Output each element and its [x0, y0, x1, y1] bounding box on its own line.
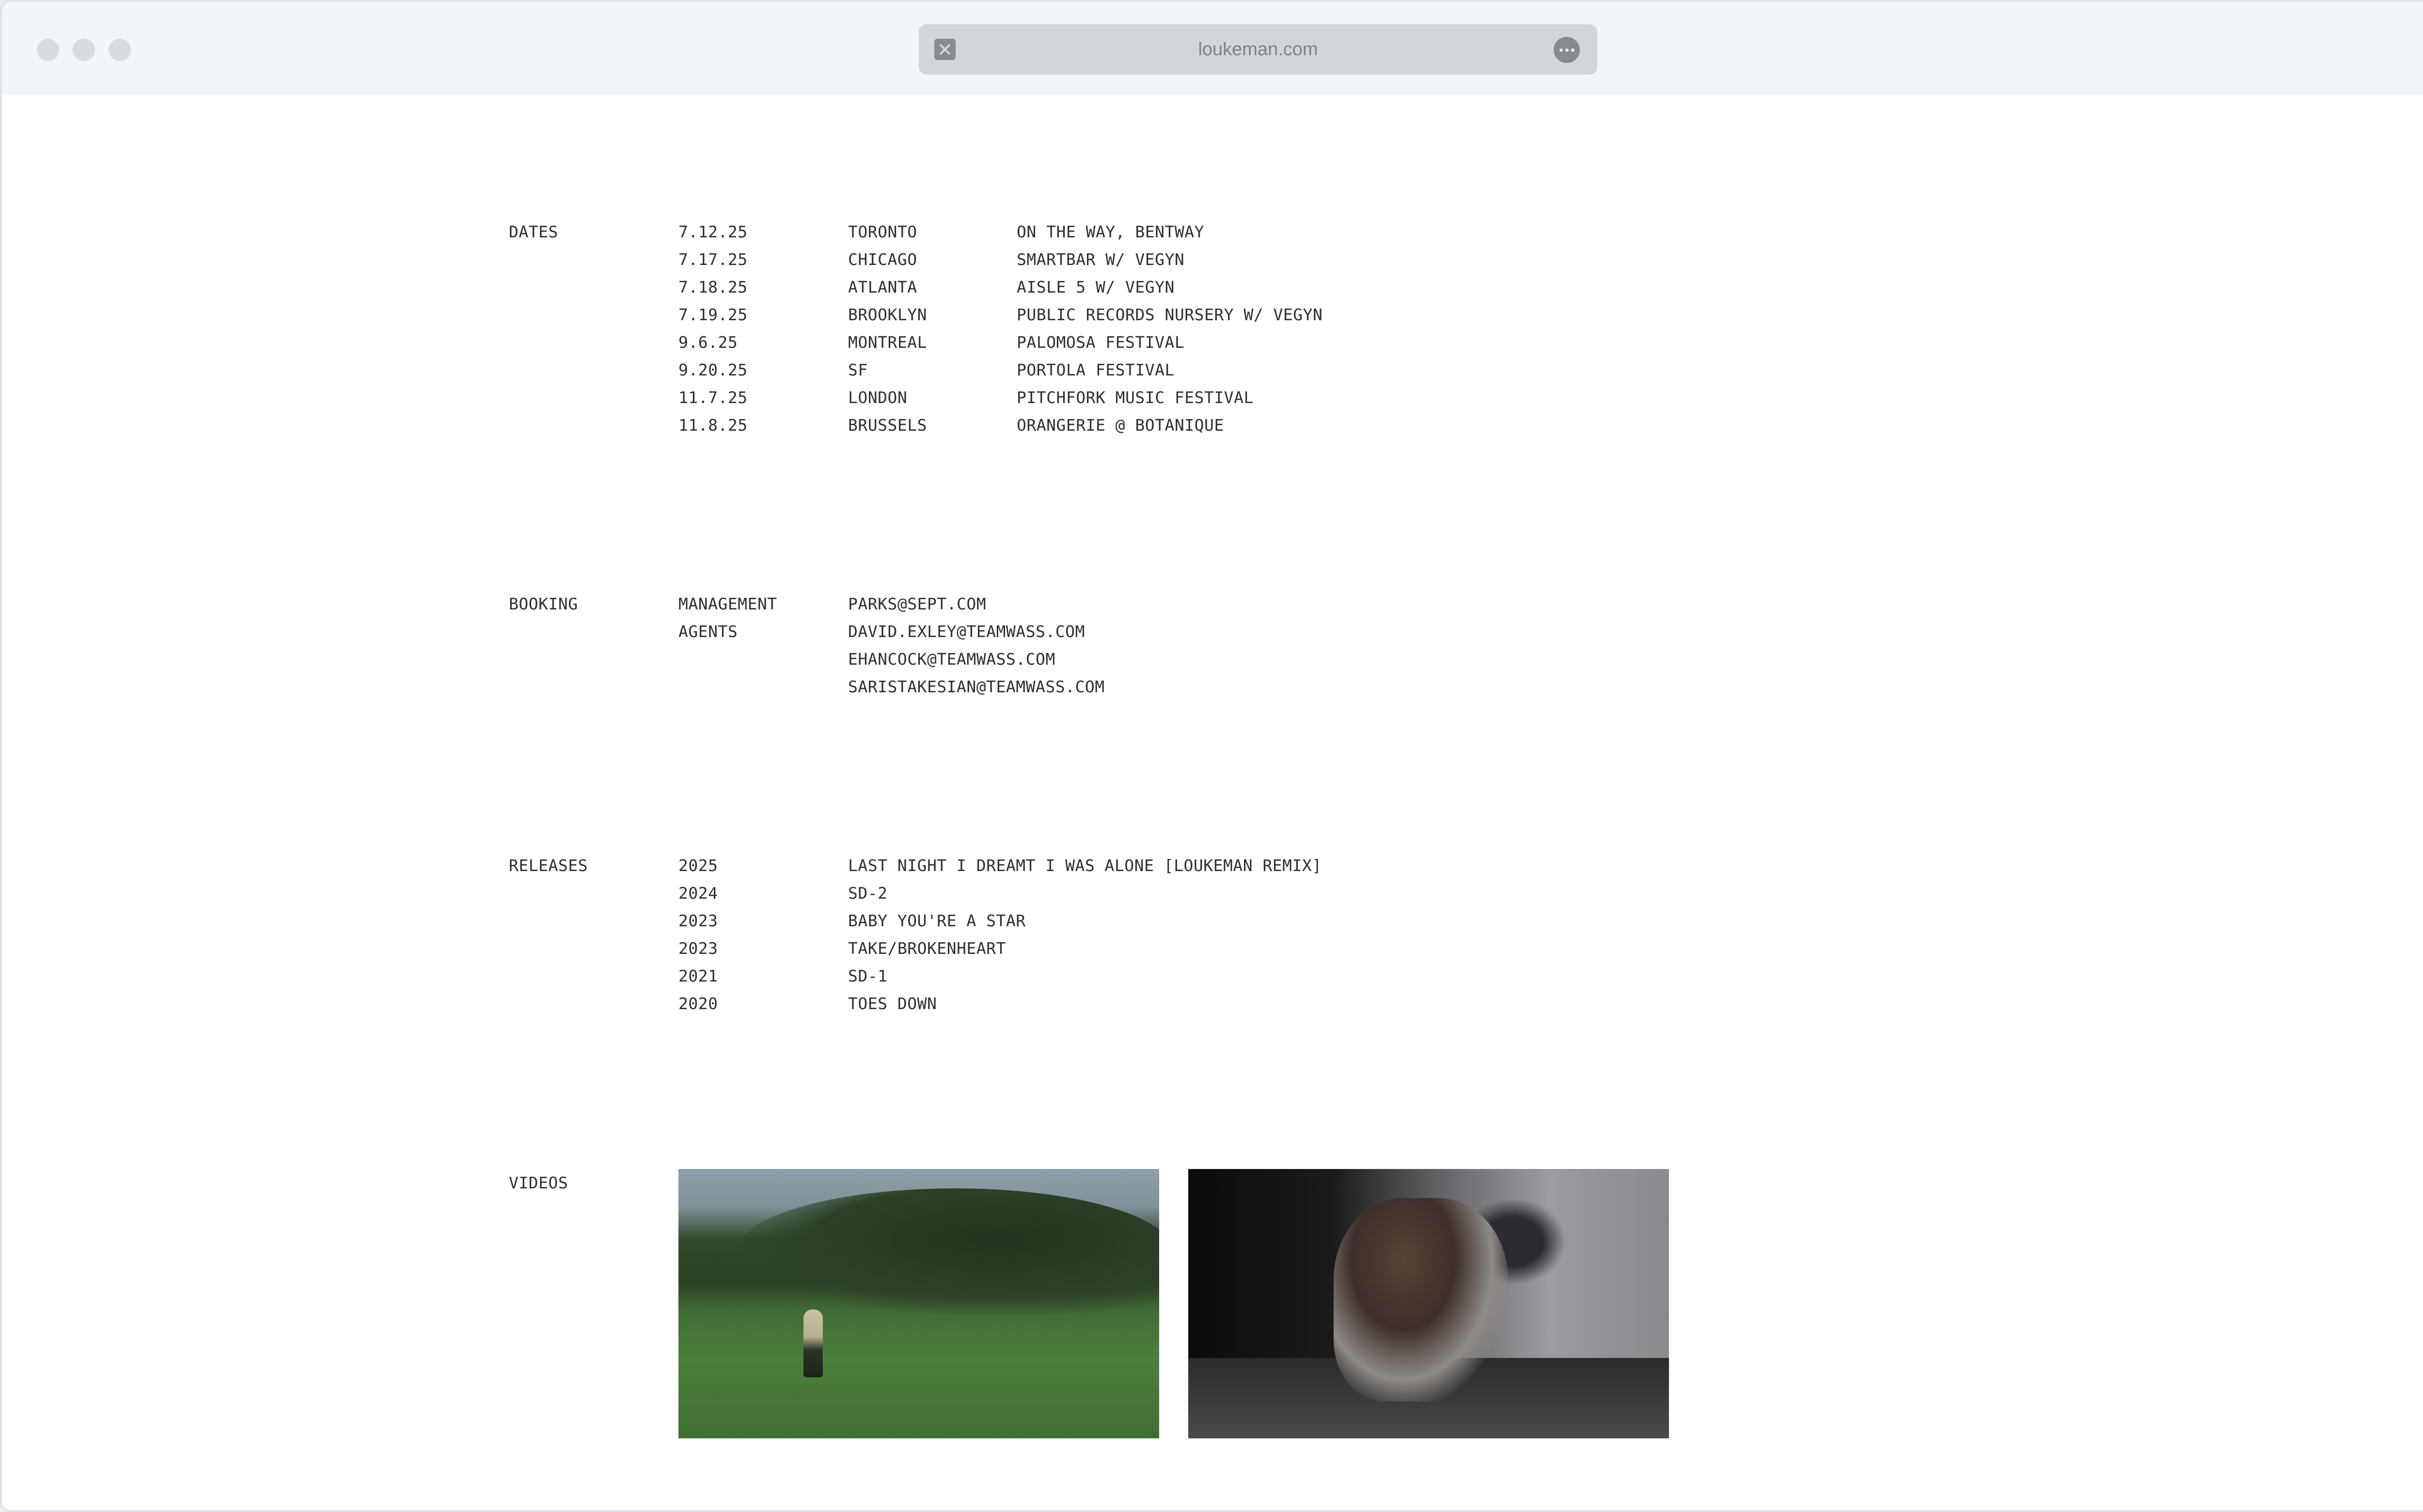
video-thumbnail-field[interactable] [678, 1169, 1159, 1438]
date-city: MONTREAL [848, 333, 927, 352]
date-city: BROOKLYN [848, 305, 927, 324]
date-city: SF [848, 360, 868, 379]
date-city: CHICAGO [848, 250, 917, 269]
date-venue: PORTOLA FESTIVAL [1017, 360, 1175, 379]
section-label-dates: DATES [509, 222, 558, 241]
date-value: 11.8.25 [678, 416, 748, 435]
date-value: 11.7.25 [678, 388, 748, 407]
release-title[interactable]: SD-2 [848, 879, 887, 907]
booking-email-link[interactable]: PARKS@SEPT.COM [848, 590, 986, 618]
release-title[interactable]: TOES DOWN [848, 990, 937, 1017]
date-city: TORONTO [848, 222, 917, 241]
date-value: 7.12.25 [678, 222, 748, 241]
date-venue: ON THE WAY, BENTWAY [1017, 222, 1204, 241]
release-year: 2021 [678, 966, 718, 985]
minimize-window-button[interactable] [73, 39, 95, 61]
date-venue: AISLE 5 W/ VEGYN [1017, 278, 1175, 296]
thumbnail-person [803, 1309, 823, 1377]
date-city: BRUSSELS [848, 416, 927, 435]
release-title[interactable]: TAKE/BROKENHEART [848, 935, 1006, 962]
booking-email-link[interactable]: SARISTAKESIAN@TEAMWASS.COM [848, 673, 1105, 701]
date-value: 7.19.25 [678, 305, 748, 324]
ellipsis-icon[interactable] [1554, 37, 1580, 63]
thumbnail-figure [1334, 1198, 1508, 1402]
date-venue: PUBLIC RECORDS NURSERY W/ VEGYN [1017, 305, 1323, 324]
release-year: 2025 [678, 856, 718, 875]
date-city: LONDON [848, 388, 908, 407]
browser-toolbar: loukeman.com [2, 2, 2423, 95]
date-value: 7.18.25 [678, 278, 748, 296]
release-year: 2023 [678, 911, 718, 930]
booking-email-link[interactable]: DAVID.EXLEY@TEAMWASS.COM [848, 618, 1085, 645]
address-bar[interactable]: loukeman.com [919, 24, 1597, 75]
release-title[interactable]: BABY YOU'RE A STAR [848, 907, 1026, 935]
section-label-releases: RELEASES [509, 856, 588, 875]
maximize-window-button[interactable] [109, 39, 131, 61]
date-city: ATLANTA [848, 278, 917, 296]
date-venue: PALOMOSA FESTIVAL [1017, 333, 1185, 352]
date-value: 9.6.25 [678, 333, 738, 352]
release-title[interactable]: LAST NIGHT I DREAMT I WAS ALONE [LOUKEMA… [848, 852, 1322, 879]
booking-role: AGENTS [678, 622, 738, 641]
release-year: 2023 [678, 939, 718, 958]
date-value: 7.17.25 [678, 250, 748, 269]
release-year: 2020 [678, 994, 718, 1013]
close-window-button[interactable] [37, 39, 59, 61]
date-venue: SMARTBAR W/ VEGYN [1017, 250, 1185, 269]
release-year: 2024 [678, 884, 718, 903]
browser-window: loukeman.com DATES 7.12.25 TORONTO ON TH… [0, 0, 2423, 1512]
release-title[interactable]: SD-1 [848, 962, 887, 990]
page-content: DATES 7.12.25 TORONTO ON THE WAY, BENTWA… [2, 95, 2423, 1510]
date-value: 9.20.25 [678, 360, 748, 379]
date-venue: ORANGERIE @ BOTANIQUE [1017, 416, 1224, 435]
section-label-videos: VIDEOS [509, 1173, 568, 1192]
video-thumbnail-dancer[interactable] [1188, 1169, 1669, 1438]
url-text: loukeman.com [1198, 39, 1318, 60]
date-venue: PITCHFORK MUSIC FESTIVAL [1017, 388, 1254, 407]
booking-email-link[interactable]: EHANCOCK@TEAMWASS.COM [848, 645, 1055, 673]
section-label-booking: BOOKING [509, 594, 578, 613]
thumbnail-trees [737, 1188, 1159, 1314]
booking-role: MANAGEMENT [678, 594, 777, 613]
